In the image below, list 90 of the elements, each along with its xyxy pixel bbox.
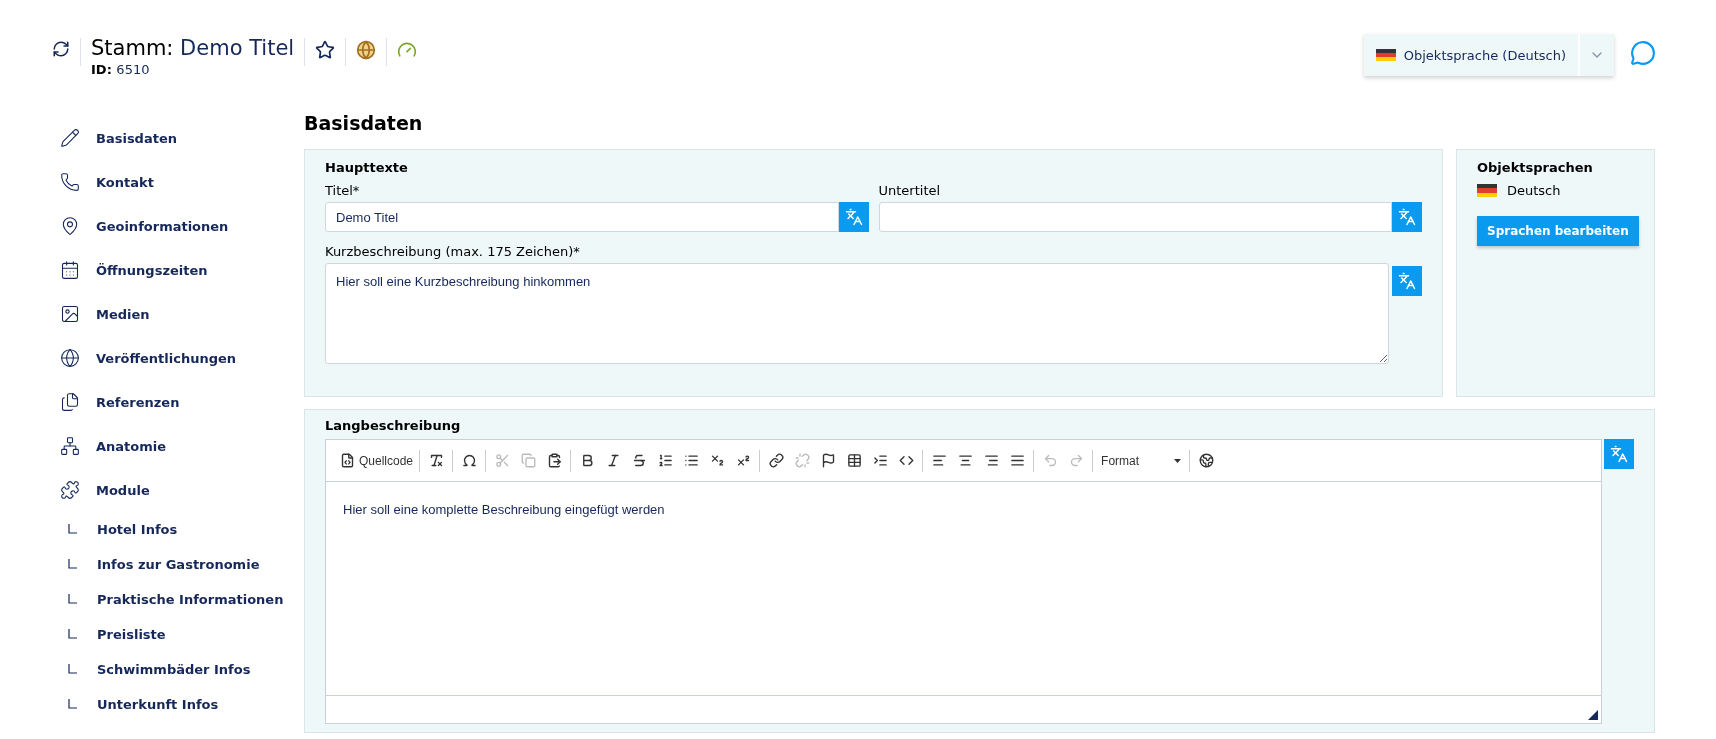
format-dropdown[interactable]: Format <box>1097 448 1186 473</box>
rich-text-editor[interactable]: Quellcode Format Hier soll eine komplette Beschreibung eingefügt werden <box>325 439 1602 724</box>
globe-icon <box>60 348 80 368</box>
language-select-label: Objektsprache (Deutsch) <box>1403 47 1566 63</box>
sidebar-item[interactable]: Geoinformationen <box>60 204 304 248</box>
field-label: Kurzbeschreibung (max. 175 Zeichen)* <box>325 244 581 259</box>
image-icon <box>60 304 80 324</box>
globe-icon <box>1198 453 1214 468</box>
unlink-icon <box>794 453 810 468</box>
sidebar-subitem[interactable]: Hotel Infos <box>97 522 178 537</box>
panel-title: Langbeschreibung <box>325 418 462 433</box>
language-select[interactable]: Objektsprache (Deutsch) <box>1363 34 1614 76</box>
sidebar-subitem[interactable]: Unterkunft Infos <box>97 697 219 712</box>
scissors-icon <box>494 453 510 468</box>
id-label: ID: 6510 <box>91 62 151 77</box>
sidebar-subitem[interactable]: Schwimmbäder Infos <box>97 662 251 677</box>
map-pin-icon <box>60 216 80 236</box>
source-code-button[interactable]: Quellcode <box>338 448 416 473</box>
tree-branch-icon <box>68 593 77 604</box>
bullet-list-icon <box>683 453 699 468</box>
sidebar-item[interactable]: Medien <box>60 292 304 336</box>
copy-icon <box>520 453 536 468</box>
sidebar-item[interactable]: Anatomie <box>60 424 304 468</box>
translate-button[interactable] <box>838 202 869 232</box>
source-code-icon <box>340 453 355 468</box>
sidebar-item[interactable]: Kontakt <box>60 160 304 204</box>
puzzle-icon <box>60 480 80 500</box>
align-right-icon <box>983 453 999 468</box>
indent-icon <box>872 453 888 468</box>
german-flag-icon <box>1477 184 1497 197</box>
language-label: Deutsch <box>1507 183 1561 198</box>
subscript-icon <box>709 453 725 468</box>
refresh-icon[interactable] <box>52 40 70 58</box>
sidebar-item[interactable]: Basisdaten <box>60 116 304 160</box>
translate-icon <box>1398 272 1416 290</box>
align-left-icon <box>931 453 947 468</box>
table-icon <box>846 453 862 468</box>
tree-branch-icon <box>68 523 77 534</box>
text-area[interactable]: Hier soll eine Kurzbeschreibung hinkommen <box>325 263 1389 364</box>
translate-button[interactable] <box>1392 202 1422 232</box>
phone-icon <box>60 172 80 192</box>
sidebar-item[interactable]: Öffnungszeiten <box>60 248 304 292</box>
flag-icon <box>820 453 836 468</box>
sidebar-subitem[interactable]: Praktische Informationen <box>97 592 284 607</box>
editor-text: Hier soll eine komplette Beschreibung eingefügt werden <box>342 501 666 519</box>
german-flag-icon <box>1375 48 1396 62</box>
italic-icon <box>605 453 621 468</box>
translate-icon <box>1398 208 1416 226</box>
panel-title: Haupttexte <box>325 160 409 175</box>
undo-icon <box>1042 453 1058 468</box>
input-field[interactable] <box>878 202 1392 232</box>
gauge-icon[interactable] <box>397 40 418 60</box>
sidebar-item[interactable]: Referenzen <box>60 380 304 424</box>
documents-icon <box>60 392 80 412</box>
resize-handle-icon[interactable] <box>1588 710 1598 720</box>
sidebar-item[interactable]: Veröffentlichungen <box>60 336 304 380</box>
paste-icon <box>546 453 562 468</box>
omega-icon <box>461 453 477 468</box>
hierarchy-icon <box>60 436 80 456</box>
align-center-icon <box>957 453 973 468</box>
translate-icon <box>1610 445 1628 463</box>
sidebar-item[interactable]: Module <box>60 468 304 512</box>
chat-bubble-icon[interactable] <box>1630 40 1656 66</box>
strikethrough-icon <box>631 453 647 468</box>
page-title: Stamm: Demo Titel <box>91 35 295 62</box>
sidebar-subitem[interactable]: Infos zur Gastronomie <box>97 557 260 572</box>
code-icon <box>898 453 914 468</box>
sidebar-subitem[interactable]: Preisliste <box>97 627 166 642</box>
tree-branch-icon <box>68 628 77 639</box>
align-justify-icon <box>1009 453 1025 468</box>
calendar-icon <box>60 260 80 280</box>
tree-branch-icon <box>68 663 77 674</box>
remove-format-icon <box>428 453 444 468</box>
numbered-list-icon <box>657 453 673 468</box>
globe-icon[interactable] <box>356 40 377 60</box>
translate-icon <box>844 208 863 226</box>
section-heading: Basisdaten <box>304 112 424 136</box>
redo-icon <box>1068 453 1084 468</box>
translate-button[interactable] <box>1604 439 1634 469</box>
panel-title: Objektsprachen <box>1477 160 1594 175</box>
superscript-icon <box>735 453 751 468</box>
tree-branch-icon <box>68 698 77 709</box>
tree-branch-icon <box>68 558 77 569</box>
field-label: Titel* <box>325 183 361 198</box>
translate-button[interactable] <box>1392 266 1422 296</box>
input-field[interactable]: Demo Titel <box>325 202 839 232</box>
caret-icon <box>1174 458 1182 463</box>
link-icon <box>768 453 784 468</box>
field-label: Untertitel <box>878 183 942 198</box>
pencil-icon <box>60 128 80 148</box>
